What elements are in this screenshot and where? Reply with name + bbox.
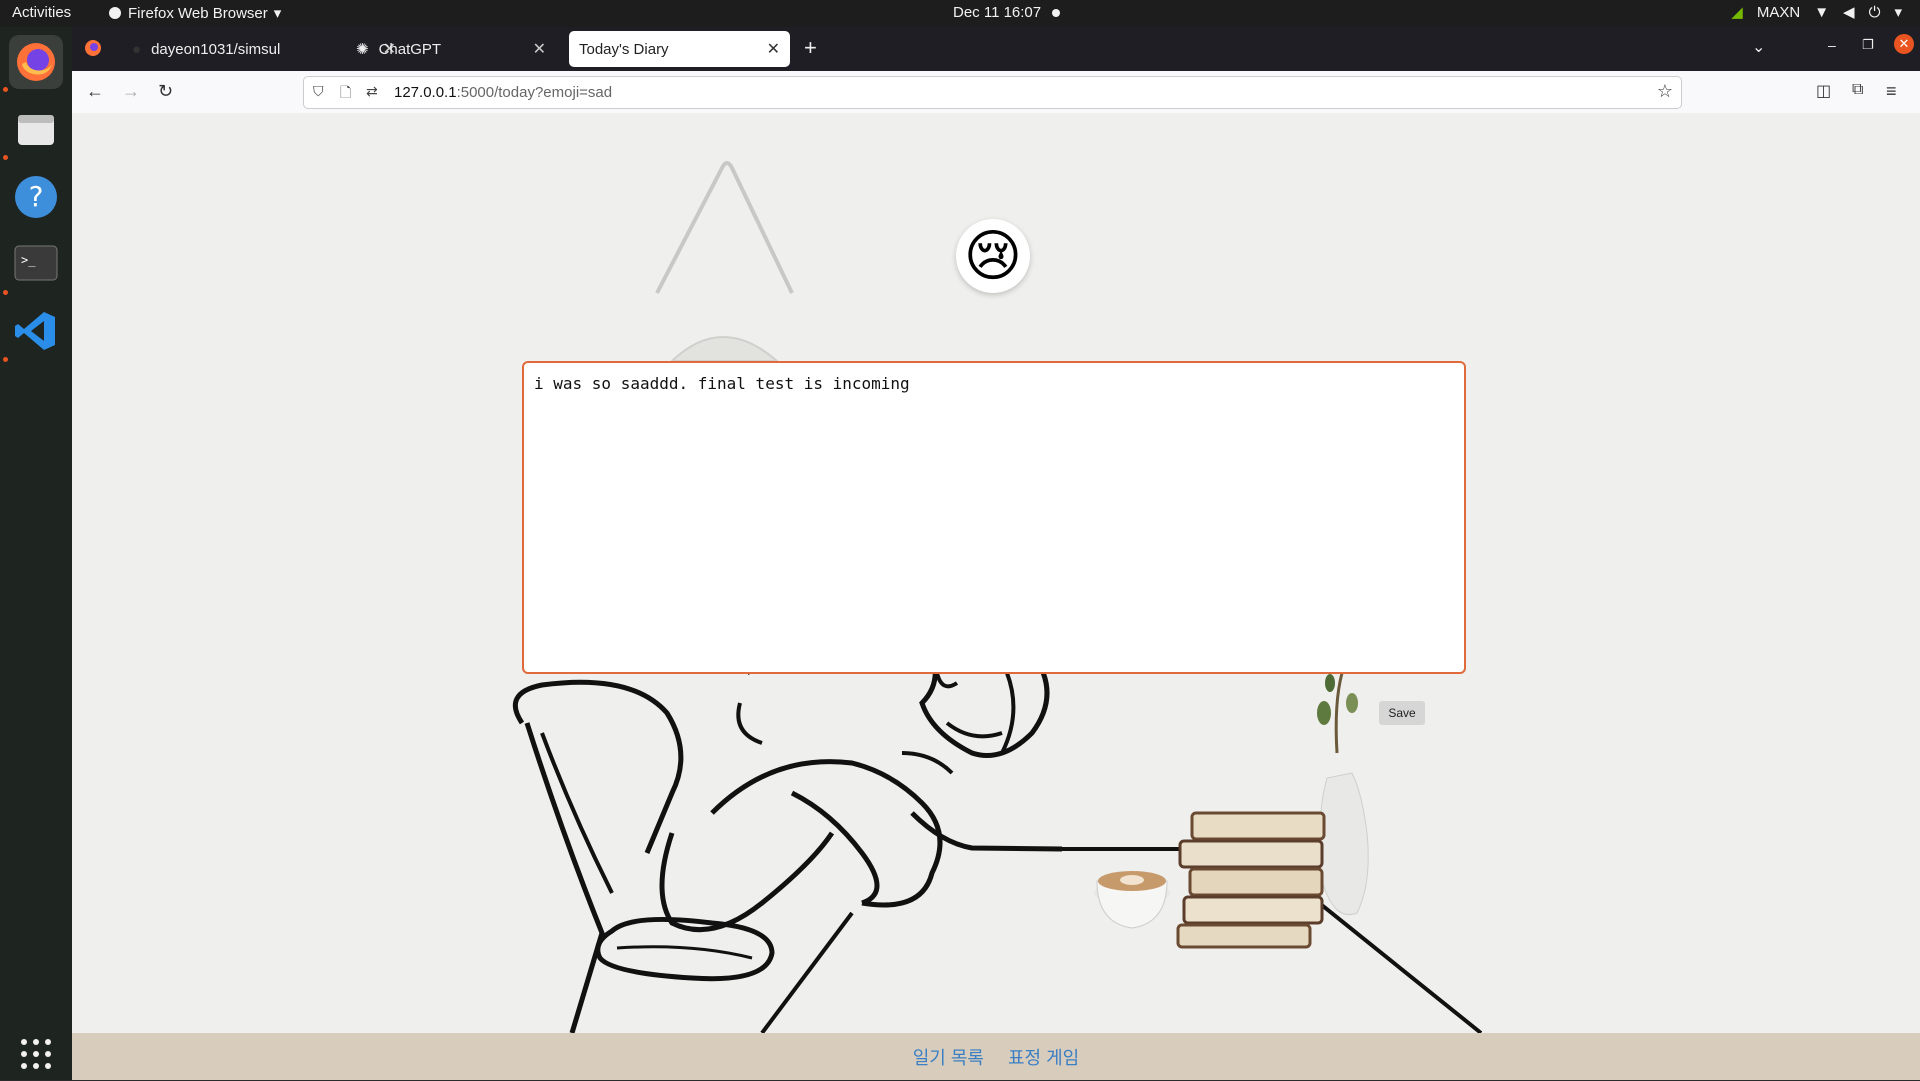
shield-icon[interactable]: ⛉	[313, 83, 324, 100]
help-icon[interactable]: ?	[9, 170, 63, 224]
save-button[interactable]: Save	[1379, 701, 1425, 725]
vscode-icon[interactable]	[9, 304, 63, 358]
new-tab-button[interactable]: +	[804, 35, 817, 61]
firefox-icon[interactable]	[9, 35, 63, 89]
extensions-icon[interactable]: ⧉	[1852, 81, 1863, 99]
url-text[interactable]: 127.0.0.1:5000/today?emoji=sad	[394, 84, 612, 101]
system-tray[interactable]: ◢ MAXN ▼ ◀ ⏻ ▾	[1731, 3, 1902, 22]
permissions-icon[interactable]: ⇄	[366, 83, 378, 100]
restore-button[interactable]: ❐	[1862, 37, 1874, 53]
close-icon[interactable]: ✕	[767, 39, 780, 59]
url-path: :5000/today?emoji=sad	[456, 84, 613, 101]
tab-title: dayeon1031/simsul	[151, 40, 281, 58]
running-indicator	[3, 155, 8, 160]
footer-nav: 일기 목록 표정 게임	[72, 1033, 1920, 1080]
reload-icon[interactable]: ↻	[158, 81, 173, 102]
system-top-bar: Activities Firefox Web Browser ▾ Dec 11 …	[0, 0, 1920, 27]
expression-game-link[interactable]: 표정 게임	[1008, 1044, 1079, 1070]
chevron-down-icon: ▾	[1894, 4, 1902, 21]
firefox-view-icon[interactable]	[84, 39, 102, 62]
diary-list-link[interactable]: 일기 목록	[913, 1044, 984, 1070]
url-host: 127.0.0.1	[394, 84, 457, 101]
running-indicator	[3, 87, 8, 92]
address-bar[interactable]: ⛉ 🗋 ⇄ 127.0.0.1:5000/today?emoji=sad ☆	[303, 76, 1682, 109]
back-arrow-icon[interactable]: ←	[86, 81, 104, 102]
minimize-button[interactable]: –	[1828, 37, 1836, 53]
list-tabs-chevron-icon[interactable]: ⌄	[1752, 37, 1765, 57]
page-content: 😢 i was so saaddd. final test is incomin…	[72, 113, 1920, 1080]
running-indicator	[3, 357, 8, 362]
close-icon[interactable]: ✕	[533, 39, 546, 59]
notification-dot	[1052, 9, 1060, 17]
close-window-button[interactable]: ✕	[1894, 34, 1914, 54]
forward-arrow-icon[interactable]: →	[122, 81, 140, 102]
power-mode-label: MAXN	[1756, 3, 1801, 21]
activities-button[interactable]: Activities	[12, 4, 71, 21]
terminal-icon[interactable]: >_	[9, 237, 63, 291]
running-indicator	[3, 290, 8, 295]
power-icon: ⏻	[1868, 3, 1881, 21]
tab-chatgpt[interactable]: ✺ ChatGPT ✕	[344, 31, 556, 67]
tab-todays-diary[interactable]: Today's Diary ✕	[569, 31, 790, 67]
app-menu[interactable]: Firefox Web Browser ▾	[108, 4, 281, 22]
menu-icon[interactable]: ≡	[1886, 81, 1897, 102]
chatgpt-icon: ✺	[356, 41, 369, 58]
app-menu-label: Firefox Web Browser	[128, 4, 268, 22]
pocket-icon[interactable]: ◫	[1816, 81, 1831, 101]
github-icon: ●	[132, 40, 142, 58]
app-grid-icon[interactable]	[9, 1027, 63, 1081]
clock[interactable]: Dec 11 16:07	[953, 4, 1041, 21]
files-icon[interactable]	[9, 102, 63, 156]
diary-textarea[interactable]: i was so saaddd. final test is incoming	[522, 361, 1466, 674]
svg-text:>_: >_	[21, 253, 36, 267]
chevron-down-icon: ▾	[273, 5, 282, 22]
tab-title: Today's Diary	[579, 40, 669, 58]
nvidia-icon: ◢	[1731, 4, 1743, 21]
page-info-icon[interactable]: 🗋	[340, 82, 351, 106]
navigation-bar: ← → ↻ ⛉ 🗋 ⇄ 127.0.0.1:5000/today?emoji=s…	[72, 71, 1920, 114]
dock: ? >_	[0, 27, 72, 1080]
volume-icon: ◀	[1843, 4, 1855, 21]
sad-emoji-icon: 😢	[956, 219, 1030, 293]
firefox-small-icon	[109, 7, 121, 19]
svg-text:?: ?	[29, 180, 44, 213]
bookmark-star-icon[interactable]: ☆	[1657, 81, 1673, 102]
tab-title: ChatGPT	[378, 40, 442, 58]
wifi-icon: ▼	[1814, 3, 1830, 21]
tab-bar: ● dayeon1031/simsul ✕ ✺ ChatGPT ✕ Today'…	[72, 27, 1920, 71]
